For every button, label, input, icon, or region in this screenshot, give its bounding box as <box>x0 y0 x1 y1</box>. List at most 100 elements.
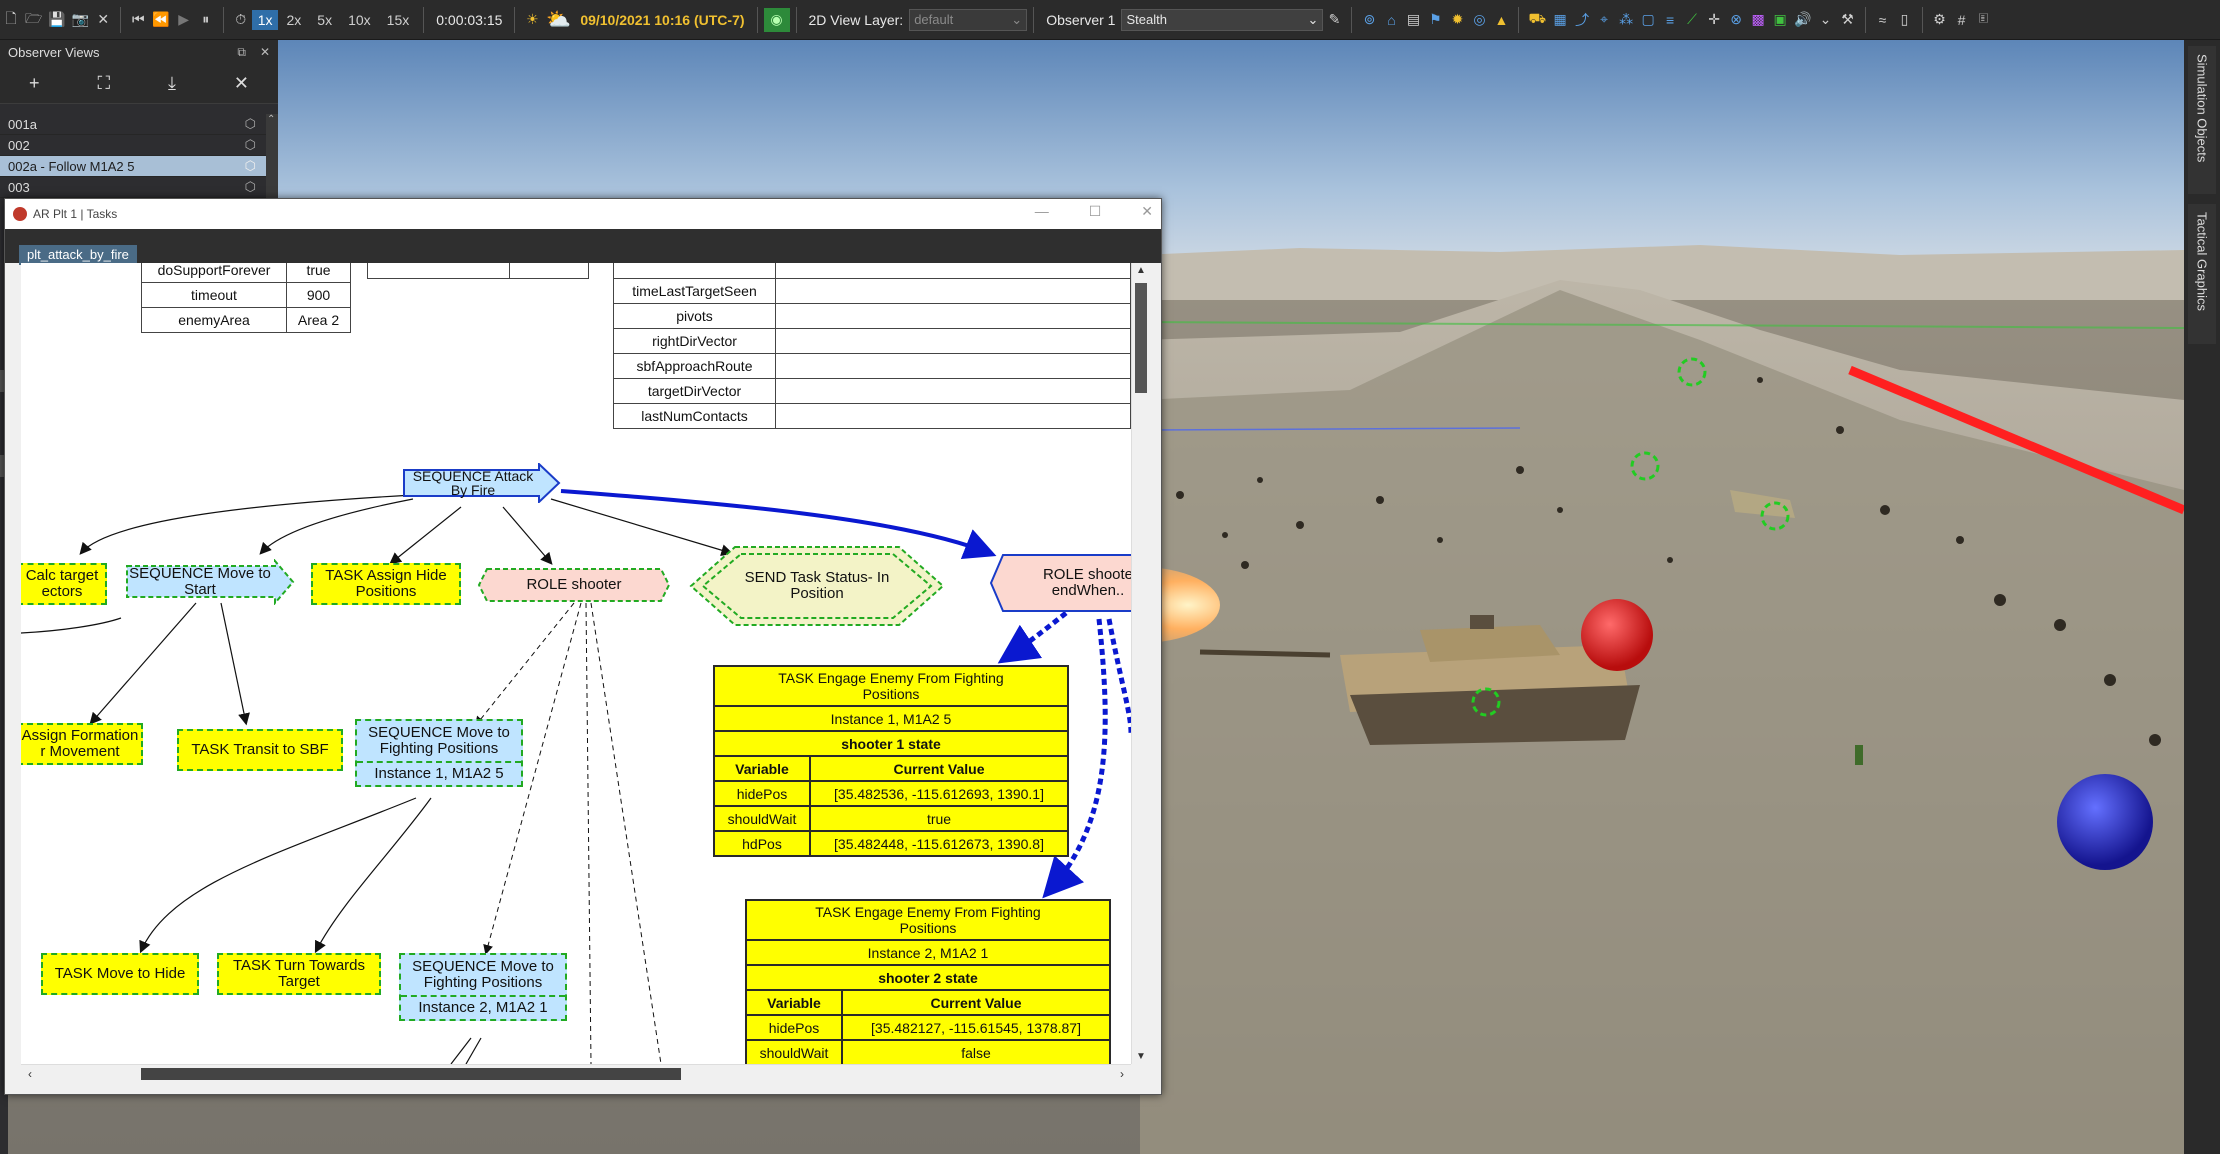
node-role-shooter-endwhen[interactable]: ROLE shoote endWhen.. <box>989 553 1131 613</box>
vehicle-icon[interactable]: ⛟ <box>1525 8 1549 32</box>
lines-icon[interactable]: ≡ <box>1659 8 1681 32</box>
node-sequence-move-fighting-2[interactable]: SEQUENCE Move to Fighting Positions Inst… <box>399 953 567 1021</box>
building-icon[interactable]: ⌂ <box>1380 8 1402 32</box>
maximize-icon[interactable]: ☐ <box>1089 203 1102 220</box>
filter-icon[interactable]: ▩ <box>1747 8 1769 32</box>
area-icon[interactable]: ▢ <box>1637 8 1659 32</box>
column-header: Variable <box>745 989 843 1016</box>
node-sequence-move-fighting-1[interactable]: SEQUENCE Move to Fighting Positions Inst… <box>355 719 523 787</box>
engage-instance: Instance 1, M1A2 5 <box>713 705 1069 732</box>
formation-icon[interactable]: ⁂ <box>1615 8 1637 32</box>
notes-icon[interactable]: 🗉 <box>1973 8 1995 32</box>
binoculars-icon[interactable]: ⊚ <box>1358 8 1380 32</box>
list-item[interactable]: 002 ⬡ <box>0 135 268 156</box>
scroll-left-icon[interactable]: ‹ <box>21 1065 39 1083</box>
undock-icon[interactable]: ⧉ <box>237 45 246 60</box>
table-row: rightDirVector <box>613 328 1131 354</box>
observer-item-label: 003 <box>8 179 30 195</box>
speed-2x-button[interactable]: 2x <box>278 12 309 28</box>
node-task-transit-to-sbf[interactable]: TASK Transit to SBF <box>177 729 343 771</box>
tab-simulation-objects[interactable]: Simulation Objects <box>2188 46 2216 194</box>
toolbar-separator <box>514 6 516 33</box>
node-task-move-to-hide[interactable]: TASK Move to Hide <box>41 953 199 995</box>
tool-icon[interactable]: ⚒ <box>1837 8 1859 32</box>
node-assign-formation[interactable]: Assign Formation r Movement <box>21 723 143 765</box>
tasks-window-titlebar[interactable]: AR Plt 1 | Tasks <box>5 199 1161 229</box>
globe-icon[interactable]: ◉ <box>763 7 790 32</box>
pin-icon[interactable]: ✎ <box>1323 8 1345 32</box>
crosshair-icon[interactable]: ✛ <box>1703 8 1725 32</box>
weather-icon[interactable]: ⛅ <box>543 8 574 32</box>
close-icon[interactable]: ✕ <box>92 8 114 32</box>
scroll-thumb[interactable] <box>1135 283 1147 393</box>
route-icon[interactable]: ⤴ <box>1571 8 1593 32</box>
door-icon[interactable]: ▯ <box>1894 8 1916 32</box>
observer-scrollbar[interactable]: ⌃ <box>266 114 278 200</box>
play-icon[interactable]: ▶ <box>173 8 195 32</box>
node-sequence-attack-by-fire[interactable]: SEQUENCE Attack By Fire <box>403 463 561 503</box>
value-cell: [35.482127, -115.61545, 1378.87] <box>841 1014 1111 1041</box>
focus-icon[interactable]: ⛶ <box>97 73 110 94</box>
tab-tactical-graphics[interactable]: Tactical Graphics <box>2188 204 2216 344</box>
target-icon[interactable]: ⊗ <box>1725 8 1747 32</box>
node-sequence-move-to-start[interactable]: SEQUENCE Move to Start <box>125 559 295 605</box>
terrain-icon[interactable]: ▲ <box>1490 8 1512 32</box>
step-back-icon[interactable]: ⏪ <box>149 8 172 32</box>
skip-start-icon[interactable]: ⏮ <box>127 8 149 32</box>
horizontal-scrollbar[interactable]: ‹ › <box>21 1064 1131 1082</box>
scroll-thumb[interactable] <box>141 1068 681 1080</box>
chevron-up-icon[interactable]: ⌃ <box>267 114 275 125</box>
sound-icon[interactable]: 🔊 <box>1791 8 1814 32</box>
record-icon[interactable]: ▣ <box>1769 8 1791 32</box>
vertical-scrollbar[interactable]: ▲ ▼ <box>1131 263 1149 1064</box>
sim-datetime[interactable]: 09/10/2021 10:16 (UTC-7) <box>574 12 750 28</box>
delete-icon[interactable]: ✕ <box>234 73 249 94</box>
fire-icon[interactable]: ✹ <box>1446 8 1468 32</box>
table-row: pivots <box>613 303 1131 329</box>
grid-icon[interactable]: # <box>1951 8 1973 32</box>
list-item[interactable]: 001a ⬡ <box>0 114 268 135</box>
node-task-assign-hide-positions[interactable]: TASK Assign Hide Positions <box>311 563 461 605</box>
node-calc-target[interactable]: Calc target ectors <box>21 563 107 605</box>
speed-15x-button[interactable]: 15x <box>379 12 418 28</box>
new-icon[interactable]: 🗋 <box>0 8 22 32</box>
tab-plt-attack-by-fire[interactable]: plt_attack_by_fire <box>19 245 137 265</box>
pause-icon[interactable]: ⏸ <box>195 8 217 32</box>
sun-icon[interactable]: ☀ <box>521 8 543 32</box>
map-icon[interactable]: ▦ <box>1549 8 1571 32</box>
param-value <box>775 378 1131 404</box>
node-role-shooter[interactable]: ROLE shooter <box>477 567 671 603</box>
chevron-down-icon[interactable]: ⌄ <box>1815 8 1837 32</box>
screenshot-icon[interactable]: 📷 <box>69 8 92 32</box>
scroll-down-icon[interactable]: ▼ <box>1132 1051 1150 1062</box>
close-icon[interactable]: ✕ <box>260 45 270 60</box>
layer-select[interactable]: default ⌄ <box>909 8 1028 31</box>
chart-icon[interactable]: ⟋ <box>1681 8 1703 32</box>
node-task-turn-towards-target[interactable]: TASK Turn Towards Target <box>217 953 381 995</box>
document-icon[interactable]: ▤ <box>1402 8 1424 32</box>
speed-1x-button[interactable]: 1x <box>251 9 279 30</box>
list-item[interactable]: 002a - Follow M1A2 5 ⬡ <box>0 156 268 177</box>
settings-icon[interactable]: ⚙ <box>1929 8 1951 32</box>
node-task-engage-enemy-2[interactable]: TASK Engage Enemy From Fighting Position… <box>745 899 1111 1064</box>
download-icon[interactable]: ⤓ <box>168 73 176 94</box>
list-item[interactable]: 003 ⬡ <box>0 177 268 198</box>
speed-10x-button[interactable]: 10x <box>340 12 379 28</box>
engage-state: shooter 1 state <box>713 730 1069 757</box>
observer-select[interactable]: Stealth ⌄ <box>1121 8 1324 31</box>
minimize-icon[interactable]: — <box>1035 203 1049 220</box>
unit-icon[interactable]: ⚑ <box>1424 8 1446 32</box>
open-icon[interactable]: 🗁 <box>22 8 45 32</box>
scroll-up-icon[interactable]: ▲ <box>1132 265 1150 276</box>
close-icon[interactable]: ✕ <box>1141 203 1153 220</box>
add-icon[interactable]: + <box>29 73 40 94</box>
signal-icon[interactable]: ≈ <box>1872 8 1894 32</box>
task-graph-canvas[interactable]: doSupportForever true timeout 900 enemyAre… <box>21 263 1131 1064</box>
node-send-task-status[interactable]: SEND Task Status- In Position <box>689 545 945 627</box>
eye-icon[interactable]: ◎ <box>1468 8 1490 32</box>
scroll-right-icon[interactable]: › <box>1113 1065 1131 1083</box>
node-task-engage-enemy-1[interactable]: TASK Engage Enemy From Fighting Position… <box>713 665 1069 857</box>
speed-5x-button[interactable]: 5x <box>309 12 340 28</box>
save-icon[interactable]: 💾 <box>45 8 68 32</box>
waypoint-icon[interactable]: ⌖ <box>1593 8 1615 32</box>
